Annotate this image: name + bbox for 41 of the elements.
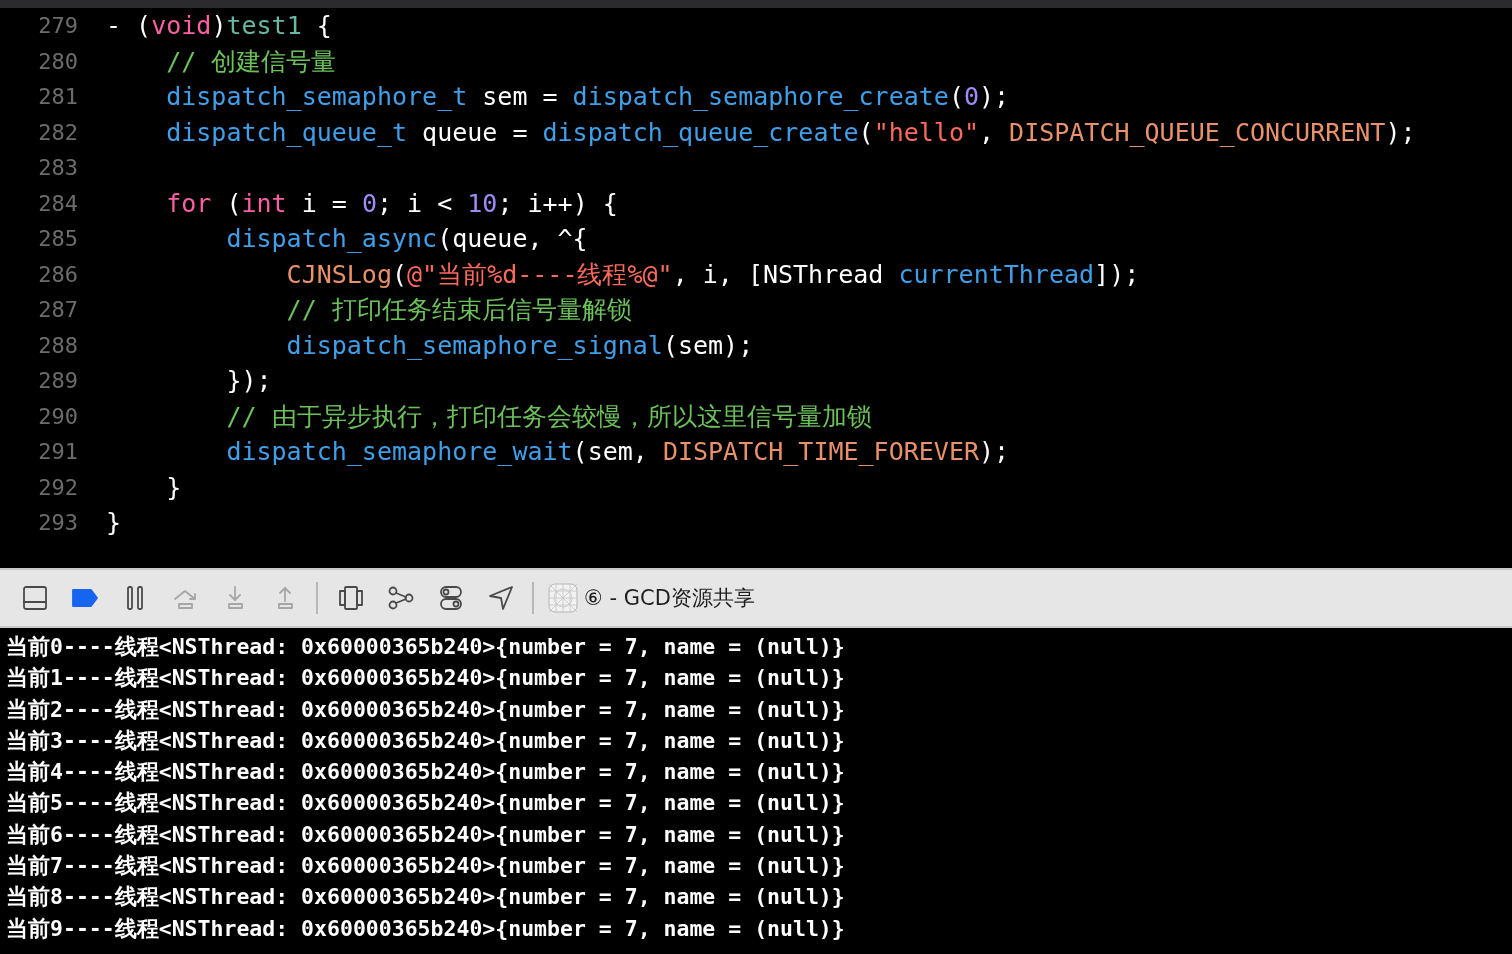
console-line: 当前4----线程<NSThread: 0x60000365b240>{number = 7, name = (null)} (6, 758, 846, 787)
line-number: 291 (37, 439, 79, 465)
console-line: 当前9----线程<NSThread: 0x60000365b240>{number = 7, name = (null)} (6, 914, 846, 943)
line-number: 290 (37, 403, 79, 429)
code-line: } (106, 508, 122, 538)
code-line: dispatch_semaphore_t sem = dispatch_semaphore_create(0); (165, 82, 1010, 112)
console-line: 当前6----线程<NSThread: 0x60000365b240>{number = 7, name = (null)} (6, 820, 846, 849)
code-line: } (165, 472, 182, 502)
code-line: - (void)test1 { (106, 11, 332, 41)
code-line: // 打印任务结束后信号量解锁 (285, 294, 632, 327)
code-line: }); (225, 366, 272, 396)
line-number: 281 (37, 84, 79, 110)
app-icon (548, 583, 578, 613)
line-number: 286 (37, 261, 79, 287)
console-line: 当前2----线程<NSThread: 0x60000365b240>{number = 7, name = (null)} (6, 695, 846, 724)
line-number: 289 (37, 368, 79, 394)
line-number: 292 (37, 474, 79, 500)
console-line: 当前0----线程<NSThread: 0x60000365b240>{number = 7, name = (null)} (6, 633, 846, 661)
line-number: 288 (37, 332, 79, 358)
line-number: 285 (37, 226, 79, 252)
line-number: 279 (37, 13, 79, 39)
line-number: 287 (37, 297, 79, 323)
console-line: 当前5----线程<NSThread: 0x60000365b240>{number = 7, name = (null)} (6, 789, 846, 818)
code-line: // 由于异步执行，打印任务会较慢，所以这里信号量加锁 (225, 400, 872, 433)
code-line: // 创建信号量 (165, 45, 337, 78)
scheme-target-label[interactable]: ⑥ - GCD资源共享 (584, 584, 755, 612)
code-line: for (int i = 0; i < 10; i++) { (165, 188, 618, 218)
code-line: dispatch_async(queue, ^{ (225, 224, 588, 254)
code-line: dispatch_semaphore_wait(sem, DISPATCH_TIME_FOREVER); (225, 437, 1010, 467)
console-line: 当前3----线程<NSThread: 0x60000365b240>{number = 7, name = (null)} (6, 726, 846, 755)
console-line: 当前7----线程<NSThread: 0x60000365b240>{number = 7, name = (null)} (6, 852, 846, 881)
console-line: 当前8----线程<NSThread: 0x60000365b240>{number = 7, name = (null)} (6, 883, 846, 912)
code-line: dispatch_queue_t queue = dispatch_queue_create("hello", DISPATCH_QUEUE_CONCURRENT); (165, 117, 1416, 147)
line-number: 293 (37, 510, 79, 536)
code-line: dispatch_semaphore_signal(sem); (285, 330, 754, 360)
line-number: 282 (37, 119, 79, 145)
line-number: 283 (37, 155, 79, 181)
console-line: 当前1----线程<NSThread: 0x60000365b240>{number = 7, name = (null)} (6, 664, 846, 693)
code-line: CJNSLog(@"当前%d----线程%@", i, [NSThread currentThread]); (285, 258, 1140, 291)
line-number: 280 (37, 48, 79, 74)
line-number: 284 (37, 190, 79, 216)
